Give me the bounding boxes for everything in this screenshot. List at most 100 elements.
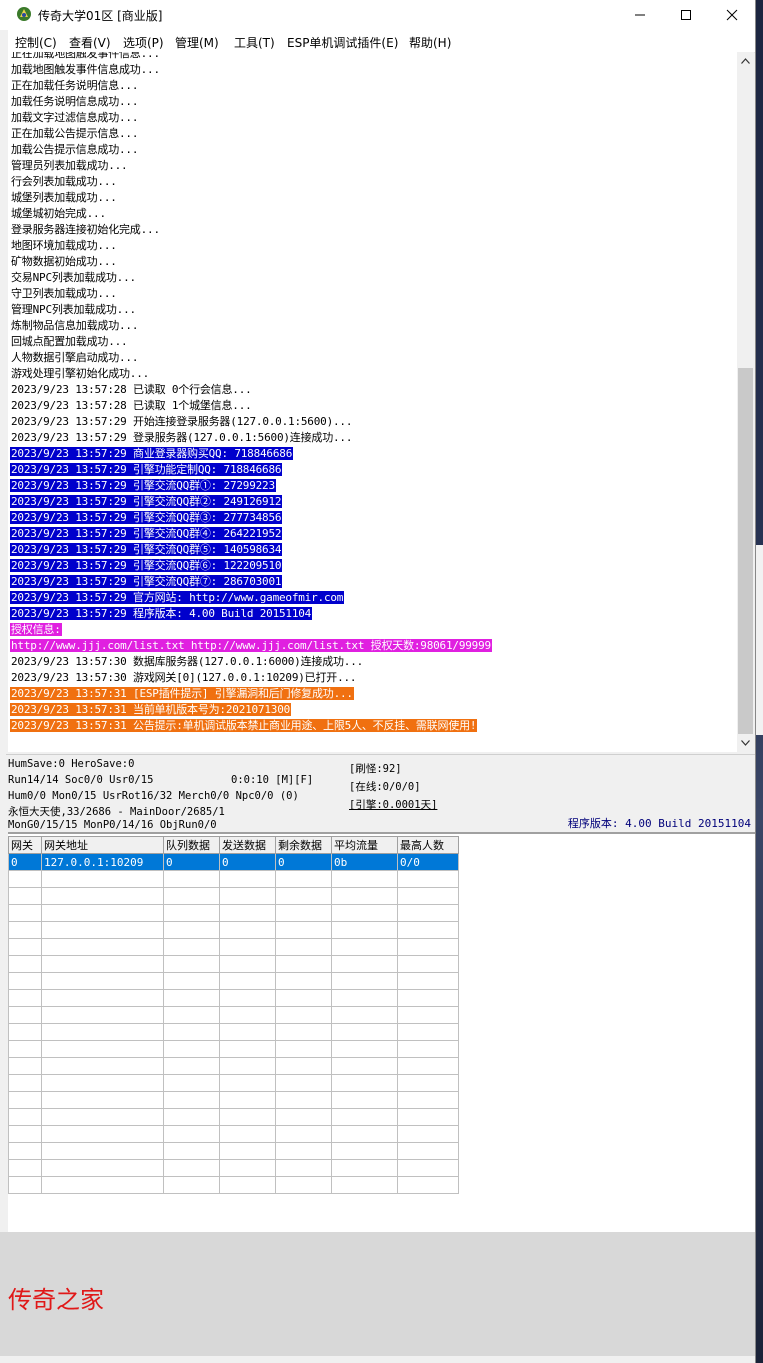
table-cell bbox=[275, 1074, 332, 1092]
table-cell bbox=[219, 1074, 276, 1092]
log-line-text: 加载任务说明信息成功... bbox=[11, 95, 139, 108]
table-row[interactable] bbox=[8, 955, 459, 973]
log-line: 矿物数据初始成功... bbox=[10, 254, 118, 270]
table-cell bbox=[41, 1108, 164, 1126]
gateway-table[interactable]: 网关 网关地址 队列数据 发送数据 剩余数据 平均流量 最高人数 0 127.0.0.1:10… bbox=[8, 836, 459, 1194]
table-cell bbox=[331, 921, 398, 939]
table-row[interactable] bbox=[8, 1159, 459, 1177]
table-row[interactable] bbox=[8, 870, 459, 888]
table-row[interactable] bbox=[8, 921, 459, 939]
menu-tools[interactable]: 工具(T) bbox=[234, 34, 275, 51]
table-row[interactable] bbox=[8, 1142, 459, 1160]
table-row[interactable] bbox=[8, 1040, 459, 1058]
table-cell bbox=[163, 1108, 220, 1126]
menu-help[interactable]: 帮助(H) bbox=[409, 34, 451, 51]
menu-view[interactable]: 查看(V) bbox=[69, 34, 111, 51]
table-cell bbox=[8, 1159, 42, 1177]
table-cell bbox=[397, 1006, 459, 1024]
table-cell bbox=[397, 1057, 459, 1075]
log-line-text: 正在加载地图触发事件信息... bbox=[11, 52, 160, 60]
table-header-row: 网关 网关地址 队列数据 发送数据 剩余数据 平均流量 最高人数 bbox=[8, 836, 459, 854]
table-cell bbox=[8, 887, 42, 905]
log-line: 正在加载任务说明信息... bbox=[10, 78, 139, 94]
table-row[interactable] bbox=[8, 1091, 459, 1109]
table-row[interactable] bbox=[8, 887, 459, 905]
title-bar[interactable]: 传奇大学01区 [商业版] bbox=[0, 0, 755, 30]
column-header[interactable]: 发送数据 bbox=[219, 836, 276, 854]
table-row[interactable] bbox=[8, 1108, 459, 1126]
table-cell bbox=[41, 1159, 164, 1177]
table-cell bbox=[275, 989, 332, 1007]
status-humsave: HumSave:0 HeroSave:0 bbox=[8, 758, 135, 770]
table-cell bbox=[41, 887, 164, 905]
log-line-text: 2023/9/23 13:57:29 引擎交流QQ群④: 264221952 bbox=[10, 527, 283, 540]
menu-control[interactable]: 控制(C) bbox=[15, 34, 57, 51]
table-row[interactable] bbox=[8, 972, 459, 990]
column-header[interactable]: 平均流量 bbox=[331, 836, 398, 854]
table-cell bbox=[163, 1040, 220, 1058]
status-engine[interactable]: [引擎:0.0001天] bbox=[349, 797, 437, 812]
column-header[interactable]: 网关 bbox=[8, 836, 42, 854]
log-output[interactable]: 正在加载地图触发事件信息... 加载地图触发事件信息成功... 正在加载任务说明信息… bbox=[8, 52, 737, 752]
table-cell bbox=[8, 1074, 42, 1092]
table-row[interactable] bbox=[8, 1074, 459, 1092]
table-cell bbox=[163, 1006, 220, 1024]
table-row[interactable] bbox=[8, 938, 459, 956]
watermark: 传奇之家 bbox=[8, 1286, 104, 1314]
log-line: 2023/9/23 13:57:29 引擎交流QQ群⑦: 286703001 bbox=[10, 574, 283, 590]
column-header[interactable]: 剩余数据 bbox=[275, 836, 332, 854]
log-line-text: 2023/9/23 13:57:29 引擎交流QQ群⑦: 286703001 bbox=[10, 575, 283, 588]
log-line: 2023/9/23 13:57:29 引擎交流QQ群①: 27299223 bbox=[10, 478, 276, 494]
table-row[interactable] bbox=[8, 1023, 459, 1041]
table-cell bbox=[163, 1074, 220, 1092]
table-cell bbox=[219, 938, 276, 956]
table-row[interactable] bbox=[8, 1125, 459, 1143]
table-row[interactable] bbox=[8, 1057, 459, 1075]
log-line-text: 2023/9/23 13:57:31 公告提示:单机调试版本禁止商业用途、上限5… bbox=[10, 719, 478, 732]
table-cell bbox=[397, 1040, 459, 1058]
log-line: 加载地图触发事件信息成功... bbox=[10, 62, 161, 78]
log-line-text: 守卫列表加载成功... bbox=[11, 287, 117, 300]
column-header[interactable]: 网关地址 bbox=[41, 836, 164, 854]
table-row[interactable] bbox=[8, 1006, 459, 1024]
table-cell bbox=[41, 921, 164, 939]
table-row[interactable] bbox=[8, 989, 459, 1007]
column-header[interactable]: 最高人数 bbox=[397, 836, 459, 854]
table-cell bbox=[41, 1006, 164, 1024]
close-button[interactable] bbox=[709, 0, 755, 30]
table-cell bbox=[397, 1091, 459, 1109]
table-cell bbox=[275, 1176, 332, 1194]
column-header[interactable]: 队列数据 bbox=[163, 836, 220, 854]
table-cell bbox=[8, 1057, 42, 1075]
table-cell bbox=[275, 904, 332, 922]
table-cell bbox=[219, 989, 276, 1007]
maximize-button[interactable] bbox=[663, 0, 709, 30]
table-cell bbox=[219, 870, 276, 888]
table-cell bbox=[41, 955, 164, 973]
table-cell bbox=[397, 904, 459, 922]
table-cell bbox=[163, 1176, 220, 1194]
table-cell bbox=[8, 1023, 42, 1041]
table-row[interactable] bbox=[8, 904, 459, 922]
log-line-text: 加载文字过滤信息成功... bbox=[11, 111, 139, 124]
table-cell bbox=[397, 1176, 459, 1194]
table-cell bbox=[331, 1040, 398, 1058]
status-run: Run14/14 Soc0/0 Usr0/15 bbox=[8, 774, 154, 786]
table-cell bbox=[41, 1091, 164, 1109]
log-line-text: 游戏处理引擎初始化成功... bbox=[11, 367, 150, 380]
table-cell bbox=[397, 972, 459, 990]
log-line: 2023/9/23 13:57:29 官方网站: http://www.game… bbox=[10, 590, 345, 606]
scroll-down-icon[interactable] bbox=[741, 740, 750, 746]
menu-manage[interactable]: 管理(M) bbox=[175, 34, 219, 51]
scrollbar-thumb[interactable] bbox=[738, 368, 753, 734]
minimize-button[interactable] bbox=[617, 0, 663, 30]
table-cell: 0 bbox=[163, 853, 220, 871]
table-cell bbox=[275, 938, 332, 956]
log-line-text: 2023/9/23 13:57:29 官方网站: http://www.game… bbox=[10, 591, 345, 604]
log-scrollbar[interactable] bbox=[737, 52, 754, 752]
menu-esp-plugin[interactable]: ESP单机调试插件(E) bbox=[287, 34, 398, 51]
table-row[interactable] bbox=[8, 1176, 459, 1194]
table-row[interactable]: 0 127.0.0.1:10209 0 0 0 0b 0/0 bbox=[8, 853, 459, 871]
scroll-up-icon[interactable] bbox=[741, 58, 750, 64]
menu-options[interactable]: 选项(P) bbox=[123, 34, 164, 51]
